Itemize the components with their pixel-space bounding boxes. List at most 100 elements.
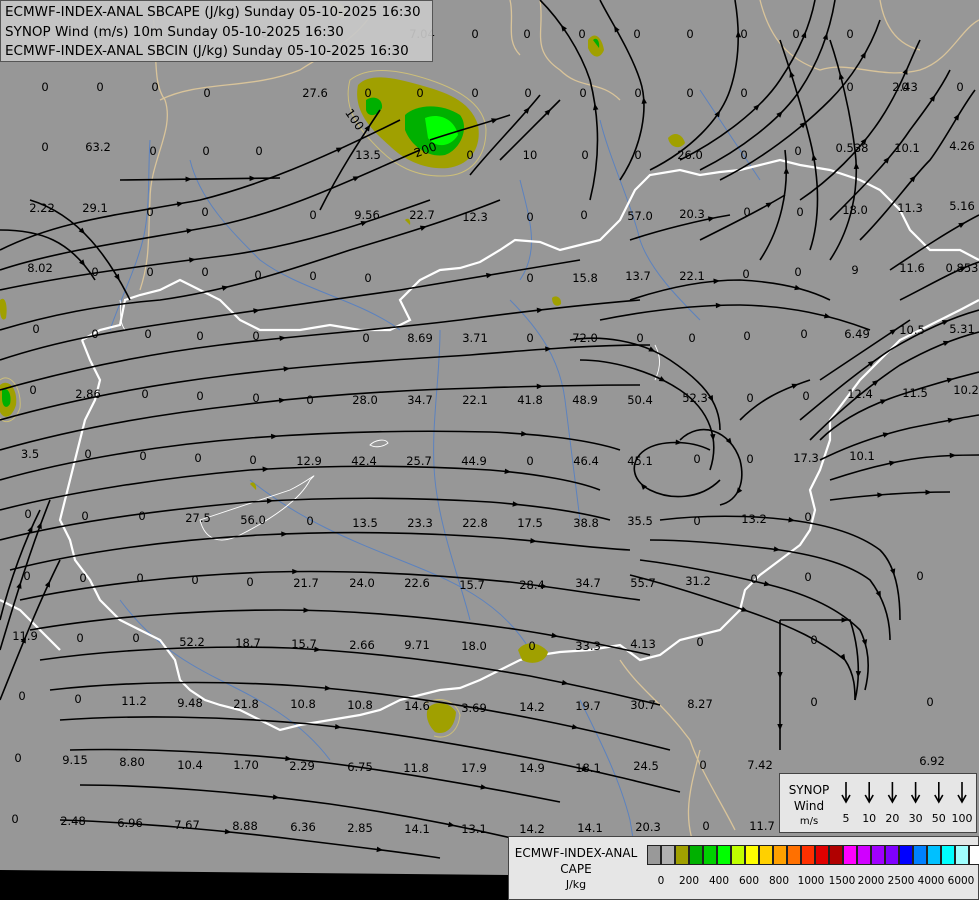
map-value: 2.86: [75, 387, 101, 401]
cape-tick-label: 2000: [857, 875, 885, 887]
map-value: 11.9: [12, 629, 38, 643]
cape-tick-label: 0: [657, 875, 665, 887]
map-value: 14.9: [519, 761, 545, 775]
map-value: 0: [916, 569, 923, 583]
map-value: 12.9: [296, 454, 322, 468]
map-value: 0: [693, 452, 700, 466]
map-value: 0: [804, 510, 811, 524]
map-value: 18.1: [575, 761, 601, 775]
map-value: 34.7: [575, 576, 601, 590]
map-value: 0: [416, 86, 423, 100]
map-value: 0: [364, 271, 371, 285]
map-value: 3.69: [461, 701, 487, 715]
map-value: 9.48: [177, 696, 203, 710]
map-value: 17.9: [461, 761, 487, 775]
map-value: 8.02: [27, 261, 53, 275]
cape-legend-subtitle: CAPE: [560, 862, 592, 876]
map-value: 6.92: [919, 754, 945, 768]
map-value: 23.3: [407, 516, 433, 530]
map-value: 20.3: [635, 820, 661, 834]
map-value: 0: [696, 635, 703, 649]
map-value: 0: [526, 210, 533, 224]
wind-speed-arrow: [864, 782, 874, 804]
map-value: 0: [746, 452, 753, 466]
cape-tick-label: 2500: [887, 875, 915, 887]
map-value: 10.1: [894, 141, 920, 155]
map-value: 21.7: [293, 576, 319, 590]
cape-color-swatch: [871, 845, 885, 865]
map-value: 0: [846, 80, 853, 94]
map-value: 0: [194, 451, 201, 465]
map-value: 6.96: [117, 816, 143, 830]
cape-color-swatch: [913, 845, 927, 865]
map-value: 0: [141, 387, 148, 401]
map-value: 0: [306, 393, 313, 407]
map-value: 0: [750, 572, 757, 586]
cape-color-swatch: [843, 845, 857, 865]
map-value: 44.9: [461, 454, 487, 468]
cape-color-swatch: [773, 845, 787, 865]
cape-color-swatch: [927, 845, 941, 865]
map-value: 0: [11, 812, 18, 826]
cape-legend-title: ECMWF-INDEX-ANAL: [514, 846, 638, 860]
map-value: 15.7: [459, 578, 485, 592]
cape-tick-label: 200: [678, 875, 700, 887]
map-value: 0: [255, 144, 262, 158]
map-value: 0: [796, 205, 803, 219]
map-value: 26.0: [677, 148, 703, 162]
map-value: 57.0: [627, 209, 653, 223]
cape-legend-unit: J/kg: [565, 878, 587, 891]
map-value: 0: [581, 148, 588, 162]
map-value: 2.22: [29, 201, 55, 215]
map-value: 0: [471, 27, 478, 41]
cape-legend: ECMWF-INDEX-ANAL CAPE J/kg 0 200 400 600 800…: [508, 836, 979, 900]
wind-speed-arrow: [841, 782, 851, 804]
map-value: 10.1: [849, 449, 875, 463]
cape-color-swatch: [675, 845, 689, 865]
cape-tick-label: 600: [738, 875, 760, 887]
map-value: 21.8: [233, 697, 259, 711]
map-value: 8.27: [687, 697, 713, 711]
map-value: 0: [579, 86, 586, 100]
map-value: 0: [523, 27, 530, 41]
cape-tick-label: 1000: [797, 875, 825, 887]
map-value: 2.29: [289, 759, 315, 773]
map-value: 14.2: [519, 700, 545, 714]
cape-color-swatch: [857, 845, 871, 865]
map-value: 45.1: [627, 454, 653, 468]
map-value: 28.4: [519, 578, 545, 592]
map-value: 42.4: [351, 454, 377, 468]
map-value: 28.0: [352, 393, 378, 407]
map-value: 0: [14, 751, 21, 765]
map-value: 0: [636, 331, 643, 345]
map-value: 0: [201, 265, 208, 279]
map-value: 10.2: [953, 383, 979, 397]
map-value: 13.5: [352, 516, 378, 530]
map-value: 0: [41, 140, 48, 154]
map-value: 11.5: [902, 386, 928, 400]
cape-color-swatch: [731, 845, 745, 865]
map-value: 0: [746, 391, 753, 405]
map-value: 8.80: [119, 755, 145, 769]
map-value: 11.6: [899, 261, 925, 275]
map-value: 0: [306, 514, 313, 528]
map-value: 50.4: [627, 393, 653, 407]
map-value: 0: [96, 80, 103, 94]
map-value: 72.0: [572, 331, 598, 345]
map-value: 0: [23, 569, 30, 583]
title-sbcape: ECMWF-INDEX-ANAL SBCAPE (J/kg) Sunday 05…: [5, 4, 421, 20]
map-value: 9.56: [354, 208, 380, 222]
map-value: 22.8: [462, 516, 488, 530]
title-sbcin: ECMWF-INDEX-ANAL SBCIN (J/kg) Sunday 05-…: [5, 43, 409, 59]
map-value: 0: [132, 631, 139, 645]
cape-tick-label: 1500: [828, 875, 856, 887]
weather-map[interactable]: 100 200 000007.0400000000000027.60000000…: [0, 0, 979, 900]
map-value: 29.1: [82, 201, 108, 215]
map-value: 11.2: [121, 694, 147, 708]
map-value: 8.88: [232, 819, 258, 833]
map-value: 0: [528, 639, 535, 653]
map-value: 7.42: [747, 758, 773, 772]
map-value: 8.69: [407, 331, 433, 345]
map-value: 13.2: [741, 512, 767, 526]
map-value: 0: [252, 391, 259, 405]
